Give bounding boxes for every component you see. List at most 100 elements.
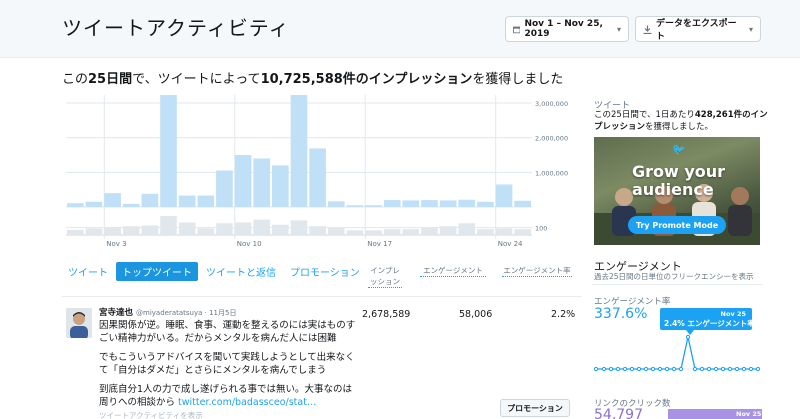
impressions-bar[interactable] bbox=[290, 95, 308, 207]
impressions-bar[interactable] bbox=[458, 199, 476, 207]
twitter-bird-icon: 🐦 bbox=[672, 143, 686, 156]
impressions-bar[interactable] bbox=[514, 200, 531, 207]
y-tick-label: 100 bbox=[535, 225, 547, 233]
engagement-bar[interactable] bbox=[458, 223, 476, 235]
engagement-bar[interactable] bbox=[234, 222, 252, 235]
engagement-bar[interactable] bbox=[495, 228, 513, 235]
tab-promotion[interactable]: プロモーション bbox=[284, 262, 366, 281]
impressions-chart: 3,000,000 2,000,000 1,000,000 100 Nov 3 Nov 1… bbox=[62, 95, 582, 255]
engagement-bar[interactable] bbox=[477, 229, 494, 235]
impressions-bar[interactable] bbox=[309, 148, 326, 207]
calendar-icon bbox=[513, 26, 521, 33]
tweet-author[interactable]: 宮寺達也 @miyaderatatsuya · 11月5日 bbox=[99, 306, 236, 318]
engagement-bar[interactable] bbox=[178, 222, 196, 235]
impressions-bar[interactable] bbox=[439, 200, 457, 207]
column-engagement-rate[interactable]: エンゲージメント率 bbox=[502, 265, 572, 277]
column-engagements[interactable]: エンゲージメント bbox=[420, 265, 486, 277]
summary-impressions: 10,725,588件のインプレッション bbox=[260, 72, 473, 87]
impressions-bar[interactable] bbox=[197, 195, 215, 207]
divider bbox=[62, 296, 582, 297]
engagement-bar[interactable] bbox=[67, 229, 84, 235]
engagement-bar[interactable] bbox=[327, 227, 345, 235]
impressions-summary: この25日間で、ツイートによって10,725,588件のインプレッションを獲得し… bbox=[62, 68, 563, 87]
engagement-bar[interactable] bbox=[439, 226, 457, 235]
promo-title: Grow your audience bbox=[632, 162, 726, 199]
summary-suffix: を獲得しました bbox=[472, 72, 564, 87]
engagement-rate-sparkline: Nov 25 2.4% エンゲージメント率 bbox=[594, 308, 761, 372]
avatar-image bbox=[66, 308, 92, 338]
engagement-subtitle: 過去25日間の日単位のフリークエンシーを表示 bbox=[594, 272, 754, 281]
er-tooltip-text: 2.4% エンゲージメント率 bbox=[664, 318, 755, 328]
impressions-bar[interactable] bbox=[402, 200, 420, 207]
engagement-bar[interactable] bbox=[402, 229, 420, 235]
engagement-bar[interactable] bbox=[104, 226, 121, 235]
engagement-bar[interactable] bbox=[365, 230, 382, 235]
page-header: ツイートアクティビティ Nov 1 – Nov 25, 2019 ▾ データをエ… bbox=[0, 0, 800, 58]
tweet-impressions: 2,678,589 bbox=[362, 309, 411, 320]
tweet-engagements: 58,006 bbox=[459, 309, 493, 320]
engagement-bar[interactable] bbox=[421, 227, 438, 235]
impressions-bar[interactable] bbox=[234, 155, 252, 207]
y-tick-label: 2,000,000 bbox=[535, 135, 568, 143]
impressions-bar[interactable] bbox=[216, 170, 233, 207]
promote-mode-banner[interactable]: 🐦 Grow your audience Try Promote Mode bbox=[594, 137, 760, 245]
impressions-bar[interactable] bbox=[383, 200, 401, 207]
promote-button[interactable]: プロモーション bbox=[500, 399, 570, 417]
tweet-text: 因果関係が逆。睡眠、食事、運動を整えるのには実はものすごい精神力がいる。だからメ… bbox=[99, 319, 359, 415]
engagement-bar[interactable] bbox=[253, 219, 271, 235]
impressions-bar[interactable] bbox=[346, 205, 364, 207]
impressions-bar[interactable] bbox=[141, 193, 159, 207]
tab-tweets[interactable]: ツイート bbox=[62, 262, 114, 281]
summary-days: 25日間 bbox=[88, 72, 133, 87]
column-impressions-line1: インプレ bbox=[370, 266, 400, 275]
engagement-bar[interactable] bbox=[197, 228, 215, 235]
engagement-bar[interactable] bbox=[309, 226, 326, 235]
tab-tweets-and-replies[interactable]: ツイートと返信 bbox=[200, 262, 282, 281]
tweet-paragraph: でもこういうアドバイスを聞いて実践しようとして出来なくて「自分はダメだ」とさらに… bbox=[99, 352, 355, 376]
tab-top-tweets[interactable]: トップツイート bbox=[116, 261, 198, 281]
engagement-bar[interactable] bbox=[160, 215, 177, 235]
engagement-bar[interactable] bbox=[272, 224, 289, 235]
engagement-bar[interactable] bbox=[346, 230, 364, 235]
author-name: 宮寺達也 bbox=[99, 308, 134, 318]
engagement-bar[interactable] bbox=[290, 220, 308, 235]
engagement-bar[interactable] bbox=[383, 229, 401, 235]
engagement-bar[interactable] bbox=[122, 226, 140, 235]
export-label: データをエクスポート bbox=[655, 19, 737, 42]
impressions-bar[interactable] bbox=[104, 193, 121, 207]
column-impressions[interactable]: インプレ ッション bbox=[368, 265, 402, 288]
x-tick-label: Nov 3 bbox=[106, 240, 126, 248]
impressions-bar[interactable] bbox=[122, 203, 140, 207]
y-tick-label: 1,000,000 bbox=[535, 169, 568, 177]
impressions-bar[interactable] bbox=[85, 201, 103, 207]
x-tick-label: Nov 17 bbox=[367, 240, 392, 248]
engagement-bar[interactable] bbox=[514, 229, 531, 235]
impressions-bar[interactable] bbox=[477, 201, 494, 207]
impressions-bar[interactable] bbox=[327, 201, 345, 207]
engagement-bar[interactable] bbox=[216, 223, 233, 235]
export-data-button[interactable]: データをエクスポート ▾ bbox=[635, 16, 761, 42]
impressions-bar[interactable] bbox=[495, 184, 513, 207]
avatar[interactable] bbox=[66, 308, 92, 338]
try-promote-mode-button[interactable]: Try Promote Mode bbox=[628, 216, 726, 234]
tweets-desc-suffix: を獲得しました。 bbox=[645, 122, 714, 132]
engagement-bar[interactable] bbox=[85, 228, 103, 235]
impressions-bar[interactable] bbox=[272, 165, 289, 207]
impressions-bar[interactable] bbox=[160, 95, 177, 207]
link-clicks-value: 54,797 bbox=[594, 407, 643, 419]
impressions-bar[interactable] bbox=[421, 200, 438, 207]
link-clicks-date: Nov 25 bbox=[736, 410, 762, 418]
date-range-label: Nov 1 – Nov 25, 2019 bbox=[524, 19, 603, 39]
x-tick-label: Nov 24 bbox=[498, 240, 523, 248]
impressions-bar[interactable] bbox=[67, 203, 84, 207]
engagement-bar[interactable] bbox=[141, 225, 159, 235]
tweet-link[interactable]: twitter.com/badassceo/stat… bbox=[178, 397, 316, 408]
impressions-bar[interactable] bbox=[365, 205, 382, 207]
impressions-bar[interactable] bbox=[253, 158, 271, 207]
impressions-bar[interactable] bbox=[178, 195, 196, 207]
view-tweet-activity-link[interactable]: ツイートアクティビティを表示 bbox=[99, 410, 203, 419]
tweet-tabs: ツイート トップツイート ツイートと返信 プロモーション bbox=[62, 261, 368, 281]
date-range-button[interactable]: Nov 1 – Nov 25, 2019 ▾ bbox=[505, 16, 629, 42]
tweet-engagement-rate: 2.2% bbox=[551, 309, 576, 320]
er-tooltip-date: Nov 25 bbox=[721, 310, 747, 318]
